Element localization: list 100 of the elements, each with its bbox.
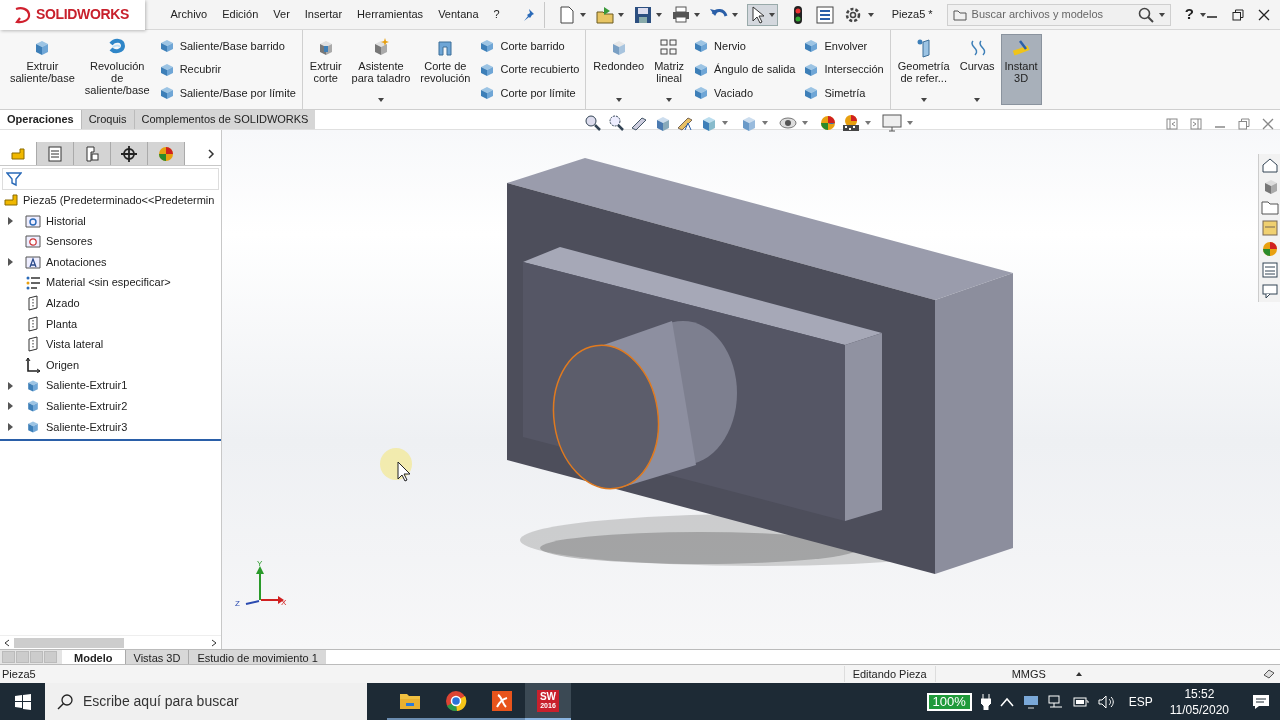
tree-item[interactable]: Alzado — [46, 295, 80, 312]
expand-arrow-icon[interactable] — [7, 381, 13, 390]
ribbon-button[interactable]: Instant 3D — [1000, 34, 1042, 105]
ribbon-button[interactable]: Revolución de saliente/base — [80, 34, 154, 105]
battery-icon[interactable] — [1072, 694, 1089, 709]
caret-icon[interactable] — [666, 98, 673, 102]
expand-arrow-icon[interactable] — [7, 402, 13, 411]
settings-icon[interactable] — [843, 5, 862, 24]
caret-icon[interactable] — [693, 12, 700, 17]
tree-item[interactable]: Origen — [46, 356, 80, 374]
forum-icon[interactable] — [1260, 282, 1279, 300]
ribbon-button[interactable]: Corte de revolución — [416, 34, 475, 105]
panel-tab[interactable] — [111, 142, 148, 165]
scroll-left-icon[interactable] — [4, 638, 10, 647]
ribbon-button[interactable]: Nervio — [693, 36, 796, 56]
language-indicator[interactable]: ESP — [1128, 692, 1153, 711]
tree-item[interactable]: Vista lateral — [46, 336, 104, 353]
tree-item[interactable]: Historial — [46, 212, 86, 230]
options-list-icon[interactable] — [815, 5, 834, 24]
menu-item[interactable]: Insertar — [304, 6, 343, 23]
ribbon-button[interactable]: Recubrir — [158, 59, 296, 80]
tile-right-icon[interactable] — [1190, 118, 1202, 130]
print-icon[interactable] — [670, 4, 691, 25]
view-tab[interactable]: Vistas 3D — [124, 650, 189, 664]
view-tab[interactable]: Estudio de movimiento 1 — [188, 650, 326, 664]
ribbon-button[interactable]: Matriz lineal — [650, 34, 689, 105]
notification-icon[interactable] — [1252, 693, 1270, 710]
app-logo[interactable]: SOLIDWORKS — [0, 0, 145, 30]
network-icon[interactable] — [1047, 694, 1064, 709]
close-icon[interactable] — [1258, 8, 1270, 21]
expand-arrow-icon[interactable] — [7, 216, 13, 225]
scroll-right-icon[interactable] — [211, 638, 217, 647]
ribbon-button[interactable]: Extruir corte — [305, 34, 346, 105]
pin-icon[interactable] — [521, 8, 534, 21]
monitor-icon[interactable] — [1022, 694, 1039, 709]
hide-show-icon[interactable] — [779, 114, 797, 132]
caret-icon[interactable] — [1200, 12, 1206, 17]
ribbon-button[interactable]: Asistente para taladro — [347, 34, 415, 105]
menu-item[interactable]: Herramientas — [357, 6, 424, 23]
tree-item[interactable]: Sensores — [46, 233, 93, 250]
zoom-area-icon[interactable] — [607, 114, 625, 132]
caret-icon[interactable] — [865, 121, 871, 125]
select-tool[interactable] — [746, 3, 778, 26]
ribbon-button[interactable]: Corte por límite — [479, 83, 580, 103]
home-icon[interactable] — [1260, 156, 1279, 174]
zoom-fit-icon[interactable] — [584, 114, 602, 132]
ribbon-button[interactable]: Intersección — [803, 59, 884, 80]
search-box[interactable]: Buscar archivos y modelos — [946, 3, 1171, 26]
caret-icon[interactable] — [920, 98, 927, 102]
tree-item[interactable]: Saliente-Extruir3 — [46, 418, 128, 436]
save-icon[interactable] — [632, 4, 653, 25]
caret-icon[interactable] — [579, 12, 586, 17]
restore-icon[interactable] — [1232, 8, 1244, 21]
ribbon-button[interactable]: Corte barrido — [479, 36, 580, 56]
search-icon[interactable] — [1137, 6, 1154, 23]
expand-arrow-icon[interactable] — [7, 258, 13, 267]
chevron-up-icon[interactable] — [999, 696, 1014, 707]
volume-icon[interactable] — [1097, 694, 1116, 709]
ribbon-button[interactable]: Saliente/Base por límite — [158, 83, 296, 103]
taskbar-search-input[interactable]: Escribe aquí para buscar — [83, 691, 355, 712]
tree-item[interactable]: Saliente-Extruir2 — [46, 398, 128, 415]
custom-properties-icon[interactable] — [1260, 261, 1279, 279]
traffic-light-icon[interactable] — [792, 4, 803, 25]
edit-appearance-icon[interactable] — [819, 114, 837, 132]
ribbon-button[interactable]: Envolver — [803, 36, 884, 56]
caret-icon[interactable] — [722, 121, 728, 125]
tree-item[interactable]: Saliente-Extruir1 — [46, 377, 128, 394]
ribbon-button[interactable]: Curvas — [955, 34, 999, 105]
chevron-right-icon[interactable] — [207, 148, 215, 159]
ribbon-button[interactable]: Ángulo de salida — [693, 59, 796, 80]
command-tab[interactable]: Complementos de SOLIDWORKS — [133, 110, 316, 129]
caret-up-icon[interactable] — [1075, 672, 1082, 676]
menu-item[interactable]: Ver — [273, 6, 290, 23]
menu-item[interactable]: Archivo — [170, 6, 208, 23]
part-name[interactable]: Pieza5 (Predeterminado<<Predetermin — [23, 192, 215, 209]
caret-icon[interactable] — [974, 98, 981, 102]
units-selector[interactable]: MMGS — [1011, 665, 1046, 683]
help-button[interactable]: ? — [1184, 3, 1194, 26]
ribbon-button[interactable]: Corte recubierto — [479, 59, 580, 80]
caret-icon[interactable] — [768, 12, 775, 17]
menu-item[interactable]: Ventana — [438, 6, 479, 23]
caret-icon[interactable] — [867, 12, 874, 17]
ribbon-button[interactable]: Redondeo — [589, 34, 649, 105]
ribbon-button[interactable]: Geometría de refer... — [893, 34, 954, 105]
clock[interactable]: 15:52 11/05/2020 — [1169, 685, 1229, 718]
panel-tab[interactable] — [74, 142, 111, 165]
expand-arrow-icon[interactable] — [7, 422, 13, 431]
tree-item[interactable]: Material <sin especificar> — [46, 274, 171, 291]
ribbon-button[interactable]: Saliente/Base barrido — [158, 36, 296, 56]
menu-item[interactable]: ? — [493, 6, 500, 23]
tile-left-icon[interactable] — [1166, 118, 1178, 130]
part-drawing[interactable] — [507, 158, 1013, 574]
caret-icon[interactable] — [655, 12, 662, 17]
tree-item[interactable]: Anotaciones — [46, 253, 107, 271]
monitor-icon[interactable] — [882, 114, 902, 132]
caret-icon[interactable] — [617, 12, 624, 17]
caret-icon[interactable] — [907, 121, 913, 125]
caret-icon[interactable] — [762, 121, 768, 125]
taskbar-search-box[interactable]: Escribe aquí para buscar — [45, 683, 367, 720]
ribbon-button[interactable]: Vaciado — [693, 83, 796, 103]
